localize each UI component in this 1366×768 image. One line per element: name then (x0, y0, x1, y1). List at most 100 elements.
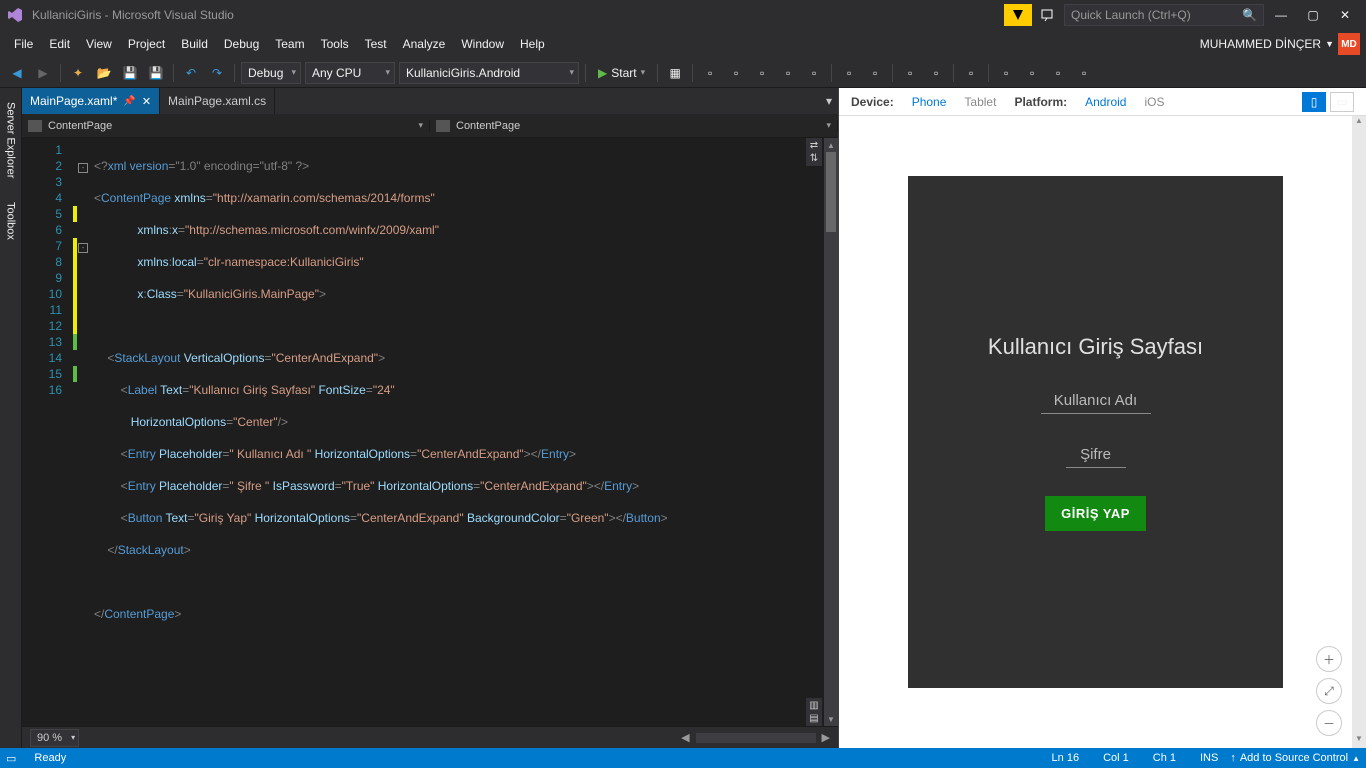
zoom-out-icon[interactable]: － (1316, 710, 1342, 736)
fold-icon[interactable]: - (78, 163, 88, 173)
fold-icon[interactable]: - (78, 243, 88, 253)
menu-project[interactable]: Project (120, 33, 173, 55)
publish-icon[interactable]: ↑ (1230, 752, 1236, 764)
tb-icon-6[interactable]: ▫ (803, 62, 825, 84)
search-icon: 🔍 (1242, 8, 1257, 22)
feedback-icon[interactable] (1034, 4, 1062, 26)
status-bar: ▭ Ready Ln 16 Col 1 Ch 1 INS ↑ Add to So… (0, 748, 1366, 768)
tab-mainpage-cs[interactable]: MainPage.xaml.cs (160, 88, 275, 114)
code-area[interactable]: 1 2 3 4 5 6 7 8 9 10 11 12 13 14 15 16 (22, 138, 838, 726)
menu-debug[interactable]: Debug (216, 33, 267, 55)
zoom-combo[interactable]: 90 % (30, 729, 79, 747)
tabs-overflow-icon[interactable]: ▾ (826, 94, 832, 108)
chevron-up-icon[interactable]: ▲ (1352, 754, 1360, 763)
split-v-icon[interactable]: ⇅ (808, 153, 820, 164)
menu-tools[interactable]: Tools (313, 33, 357, 55)
source-control-button[interactable]: Add to Source Control (1240, 752, 1348, 764)
tb-icon-2[interactable]: ▫ (699, 62, 721, 84)
split-h-icon[interactable]: ⇄ (808, 140, 820, 151)
scroll-up-icon[interactable]: ▲ (824, 138, 838, 152)
password-input[interactable]: Şifre (1066, 442, 1126, 468)
editor-pane: MainPage.xaml* 📌 ✕ MainPage.xaml.cs ▾ Co… (22, 88, 838, 748)
user-name[interactable]: MUHAMMED DİNÇER (1200, 37, 1321, 51)
server-explorer-tab[interactable]: Server Explorer (3, 94, 19, 186)
tb-icon-5[interactable]: ▫ (777, 62, 799, 84)
undo-button[interactable]: ↶ (180, 62, 202, 84)
tb-icon-12[interactable]: ▫ (995, 62, 1017, 84)
menu-edit[interactable]: Edit (41, 33, 78, 55)
tb-icon-11[interactable]: ▫ (960, 62, 982, 84)
tb-icon-15[interactable]: ▫ (1073, 62, 1095, 84)
nav-combos: ContentPage ContentPage (22, 114, 838, 138)
scroll-up-icon[interactable]: ▲ (1352, 116, 1366, 130)
tb-icon-4[interactable]: ▫ (751, 62, 773, 84)
redo-button[interactable]: ↷ (206, 62, 228, 84)
scroll-down-icon[interactable]: ▼ (1352, 734, 1366, 748)
tb-icon-13[interactable]: ▫ (1021, 62, 1043, 84)
tb-icon-7[interactable]: ▫ (838, 62, 860, 84)
tb-icon-3[interactable]: ▫ (725, 62, 747, 84)
menu-build[interactable]: Build (173, 33, 216, 55)
menu-help[interactable]: Help (512, 33, 553, 55)
tb-icon-1[interactable]: ▦ (664, 62, 686, 84)
minimize-button[interactable]: — (1266, 4, 1296, 26)
user-avatar[interactable]: MD (1338, 33, 1360, 55)
menu-view[interactable]: View (78, 33, 120, 55)
h-scroll-right-icon[interactable]: ▶ (822, 731, 830, 744)
play-icon: ▶ (598, 66, 607, 80)
nav-fwd-button[interactable]: ▶ (32, 62, 54, 84)
menu-analyze[interactable]: Analyze (395, 33, 454, 55)
device-tablet[interactable]: Tablet (964, 95, 996, 109)
device-phone[interactable]: Phone (912, 95, 947, 109)
platform-android[interactable]: Android (1085, 95, 1126, 109)
save-button[interactable]: 💾 (119, 62, 141, 84)
tb-icon-10[interactable]: ▫ (925, 62, 947, 84)
tab-mainpage-xaml[interactable]: MainPage.xaml* 📌 ✕ (22, 88, 160, 114)
preview-body: Kullanıcı Giriş Sayfası Kullanıcı Adı Şi… (839, 116, 1352, 748)
open-file-button[interactable]: 📂 (93, 62, 115, 84)
startup-project-combo[interactable]: KullaniciGiris.Android (399, 62, 579, 84)
config-combo[interactable]: Debug (241, 62, 301, 84)
new-project-button[interactable]: ✦ (67, 62, 89, 84)
view-icon-1[interactable]: ▥ (808, 700, 820, 711)
nav-back-button[interactable]: ◀ (6, 62, 28, 84)
platform-ios[interactable]: iOS (1144, 95, 1164, 109)
code-text[interactable]: <?xml version="1.0" encoding="utf-8" ?> … (94, 138, 838, 726)
zoom-in-icon[interactable]: ＋ (1316, 646, 1342, 672)
maximize-button[interactable]: ▢ (1298, 4, 1328, 26)
platform-combo[interactable]: Any CPU (305, 62, 395, 84)
orient-landscape-icon[interactable]: ▭ (1330, 92, 1354, 112)
nav-left-combo[interactable]: ContentPage (22, 120, 430, 132)
nav-right-combo[interactable]: ContentPage (430, 120, 838, 132)
h-scroll-left-icon[interactable]: ◀ (681, 731, 689, 744)
notifications-icon[interactable] (1004, 4, 1032, 26)
toolbox-tab[interactable]: Toolbox (3, 194, 19, 248)
menu-window[interactable]: Window (453, 33, 512, 55)
title-bar: KullaniciGiris - Microsoft Visual Studio… (0, 0, 1366, 30)
left-dock: Server Explorer Toolbox (0, 88, 22, 748)
tb-icon-9[interactable]: ▫ (899, 62, 921, 84)
horizontal-scrollbar[interactable] (696, 733, 816, 743)
orient-portrait-icon[interactable]: ▯ (1302, 92, 1326, 112)
scroll-down-icon[interactable]: ▼ (824, 712, 838, 726)
quick-launch-input[interactable]: Quick Launch (Ctrl+Q) 🔍 (1064, 4, 1264, 26)
username-input[interactable]: Kullanıcı Adı (1041, 388, 1151, 414)
vertical-scrollbar[interactable]: ▲ ▼ (824, 138, 838, 726)
start-button[interactable]: ▶ Start ▾ (592, 62, 651, 84)
menu-file[interactable]: File (6, 33, 41, 55)
login-button[interactable]: GİRİŞ YAP (1045, 496, 1146, 531)
tb-icon-14[interactable]: ▫ (1047, 62, 1069, 84)
save-all-button[interactable]: 💾 (145, 62, 167, 84)
menu-team[interactable]: Team (267, 33, 312, 55)
close-tab-icon[interactable]: ✕ (142, 95, 151, 108)
menu-test[interactable]: Test (357, 33, 395, 55)
line-gutter: 1 2 3 4 5 6 7 8 9 10 11 12 13 14 15 16 (22, 138, 72, 726)
tb-icon-8[interactable]: ▫ (864, 62, 886, 84)
zoom-fit-icon[interactable]: ⤢ (1316, 678, 1342, 704)
scroll-thumb[interactable] (826, 152, 836, 232)
pin-icon[interactable]: 📌 (123, 96, 135, 107)
view-icon-2[interactable]: ▤ (808, 713, 820, 724)
preview-scrollbar[interactable]: ▲ ▼ (1352, 116, 1366, 748)
close-button[interactable]: ✕ (1330, 4, 1360, 26)
user-dropdown-icon[interactable]: ▼ (1325, 39, 1334, 49)
